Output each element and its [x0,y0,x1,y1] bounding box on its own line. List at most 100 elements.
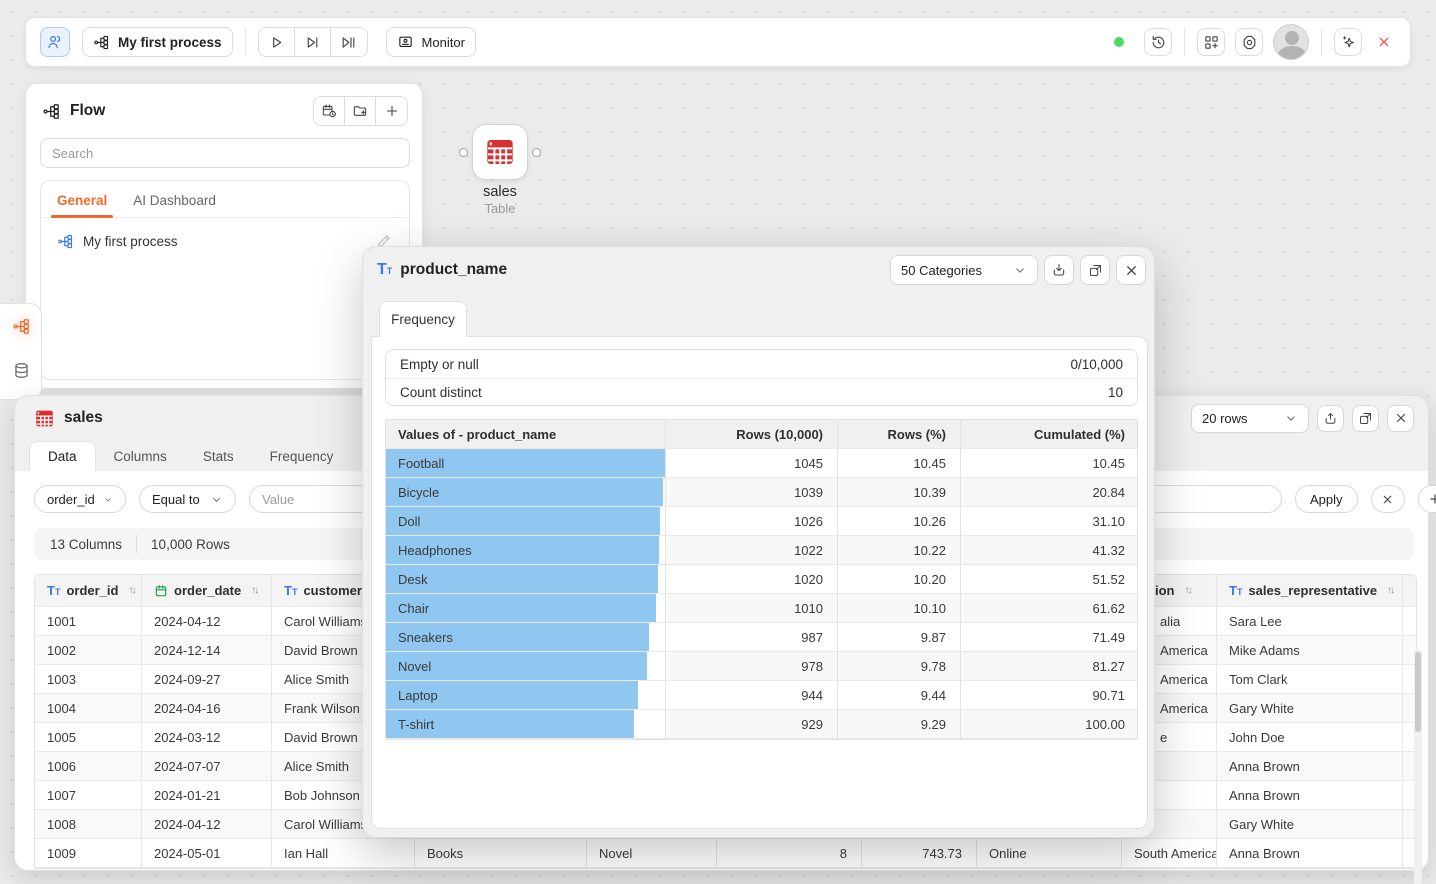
chevron-down-icon [210,493,223,506]
apps-grid-icon [1203,34,1220,51]
flow-icon [93,34,110,51]
toolbar-divider [1321,28,1322,56]
tab-frequency[interactable]: Frequency [252,441,352,471]
table-row[interactable]: 10092024-05-01Ian HallBooksNovel8743.73O… [35,839,1416,868]
table-cell: 1006 [35,752,142,781]
frequency-row[interactable]: Sneakers9879.8771.49 [386,623,1137,652]
add-flow-button[interactable] [376,97,407,125]
flow-search-input[interactable] [40,138,410,168]
tab-frequency[interactable]: Frequency [379,301,467,337]
table-cell: Anna Brown [1217,752,1403,781]
add-filter-button[interactable] [1418,485,1436,513]
frequency-row[interactable]: Football104510.4510.45 [386,449,1137,478]
modal-controls: 50 Categories [890,255,1146,285]
frequency-value-label: Chair [398,601,429,616]
apps-button[interactable] [1197,28,1225,56]
column-header-label: order_date [174,583,241,598]
users-button[interactable] [40,27,70,57]
frequency-row[interactable]: Doll102610.2631.10 [386,507,1137,536]
play-pause-icon [340,34,357,51]
rows-per-page-select[interactable]: 20 rows [1191,404,1309,433]
table-cell: 2024-05-01 [142,839,272,868]
frequency-column-header[interactable]: Rows (10,000) [666,420,838,449]
run-button[interactable] [259,28,295,56]
sales-table-node[interactable]: sales Table [440,124,560,216]
add-folder-button[interactable] [345,97,376,125]
flow-list-item[interactable]: My first process [41,218,409,264]
frequency-row[interactable]: Novel9789.7881.27 [386,652,1137,681]
frequency-column-header[interactable]: Values of - product_name [386,420,666,449]
tab-stats[interactable]: Stats [185,441,252,471]
close-icon [1394,411,1408,425]
frequency-header-label: Rows (%) [888,427,947,442]
tab-data[interactable]: Data [29,441,96,471]
expand-modal-button[interactable] [1080,255,1110,285]
frequency-row[interactable]: T-shirt9299.29100.00 [386,710,1137,739]
categories-select[interactable]: 50 Categories [890,255,1038,285]
table-cell: 1007 [35,781,142,810]
column-header[interactable]: TTorder_id↑↓ [35,575,142,607]
chevron-down-icon [1013,263,1027,277]
frequency-row[interactable]: Laptop9449.4490.71 [386,681,1137,710]
filter-column-select[interactable]: order_id [34,485,126,513]
tab-ai-dashboard[interactable]: AI Dashboard [133,193,216,217]
table-cell: Anna Brown [1217,839,1403,868]
frequency-header-label: Rows (10,000) [736,427,823,442]
table-cell: Anna Brown [1217,781,1403,810]
filter-operator-select[interactable]: Equal to [139,485,236,513]
node-card[interactable] [472,124,528,180]
frequency-row[interactable]: Headphones102210.2241.32 [386,536,1137,565]
frequency-value-label: Bicycle [398,485,439,500]
sort-icon[interactable]: ↑↓ [251,585,257,596]
monitor-button[interactable]: Monitor [386,27,476,57]
column-header[interactable]: TTsales_representative↑↓ [1217,575,1403,607]
table-cell: Novel [587,839,717,868]
frequency-row[interactable]: Bicycle103910.3920.84 [386,478,1137,507]
frequency-row[interactable]: Desk102010.2051.52 [386,565,1137,594]
expand-button[interactable] [1352,405,1379,432]
run-step-button[interactable] [331,28,367,56]
grid-scrollbar-thumb[interactable] [1415,652,1421,732]
frequency-number-cell: 10.22 [838,536,961,565]
run-to-end-button[interactable] [295,28,331,56]
tab-general[interactable]: General [57,193,107,217]
node-output-port[interactable] [532,148,541,157]
top-toolbar: My first process Monitor [25,17,1411,67]
settings-button[interactable] [1235,28,1263,56]
app-canvas: My first process Monitor [0,0,1436,884]
rail-flow-button[interactable] [0,304,42,348]
close-modal-button[interactable] [1116,255,1146,285]
column-header[interactable]: order_date ↑↓ [142,575,272,607]
download-button[interactable] [1044,255,1074,285]
frequency-value-cell: Sneakers [386,623,666,652]
sort-icon[interactable]: ↑↓ [128,585,134,596]
history-button[interactable] [1144,28,1172,56]
table-cell: Online [977,839,1122,868]
export-button[interactable] [1317,405,1344,432]
summary-divider [136,535,137,553]
table-cell: John Doe [1217,723,1403,752]
filter-column-value: order_id [47,492,95,507]
close-sales-window-button[interactable] [1387,405,1414,432]
process-button[interactable]: My first process [82,27,233,57]
sort-icon[interactable]: ↑↓ [1387,585,1393,596]
ai-assistant-button[interactable] [1334,28,1362,56]
close-app-button[interactable] [1372,30,1396,54]
grid-scrollbar[interactable] [1414,649,1422,884]
apply-filter-button[interactable]: Apply [1295,485,1358,513]
history-icon [1150,34,1167,51]
rail-data-button[interactable] [0,348,42,392]
table-cell: Sara Lee [1217,607,1403,636]
table-cell: 2024-04-16 [142,694,272,723]
clear-filter-button[interactable] [1371,485,1405,513]
table-cell: 1009 [35,839,142,868]
schedule-button[interactable] [314,97,345,125]
sort-icon[interactable]: ↑↓ [1185,585,1191,596]
frequency-column-header[interactable]: Cumulated (%) [961,420,1138,449]
avatar[interactable] [1273,24,1309,60]
table-cell: 1005 [35,723,142,752]
node-input-port[interactable] [459,148,468,157]
frequency-row[interactable]: Chair101010.1061.62 [386,594,1137,623]
frequency-column-header[interactable]: Rows (%) [838,420,961,449]
tab-columns[interactable]: Columns [96,441,185,471]
